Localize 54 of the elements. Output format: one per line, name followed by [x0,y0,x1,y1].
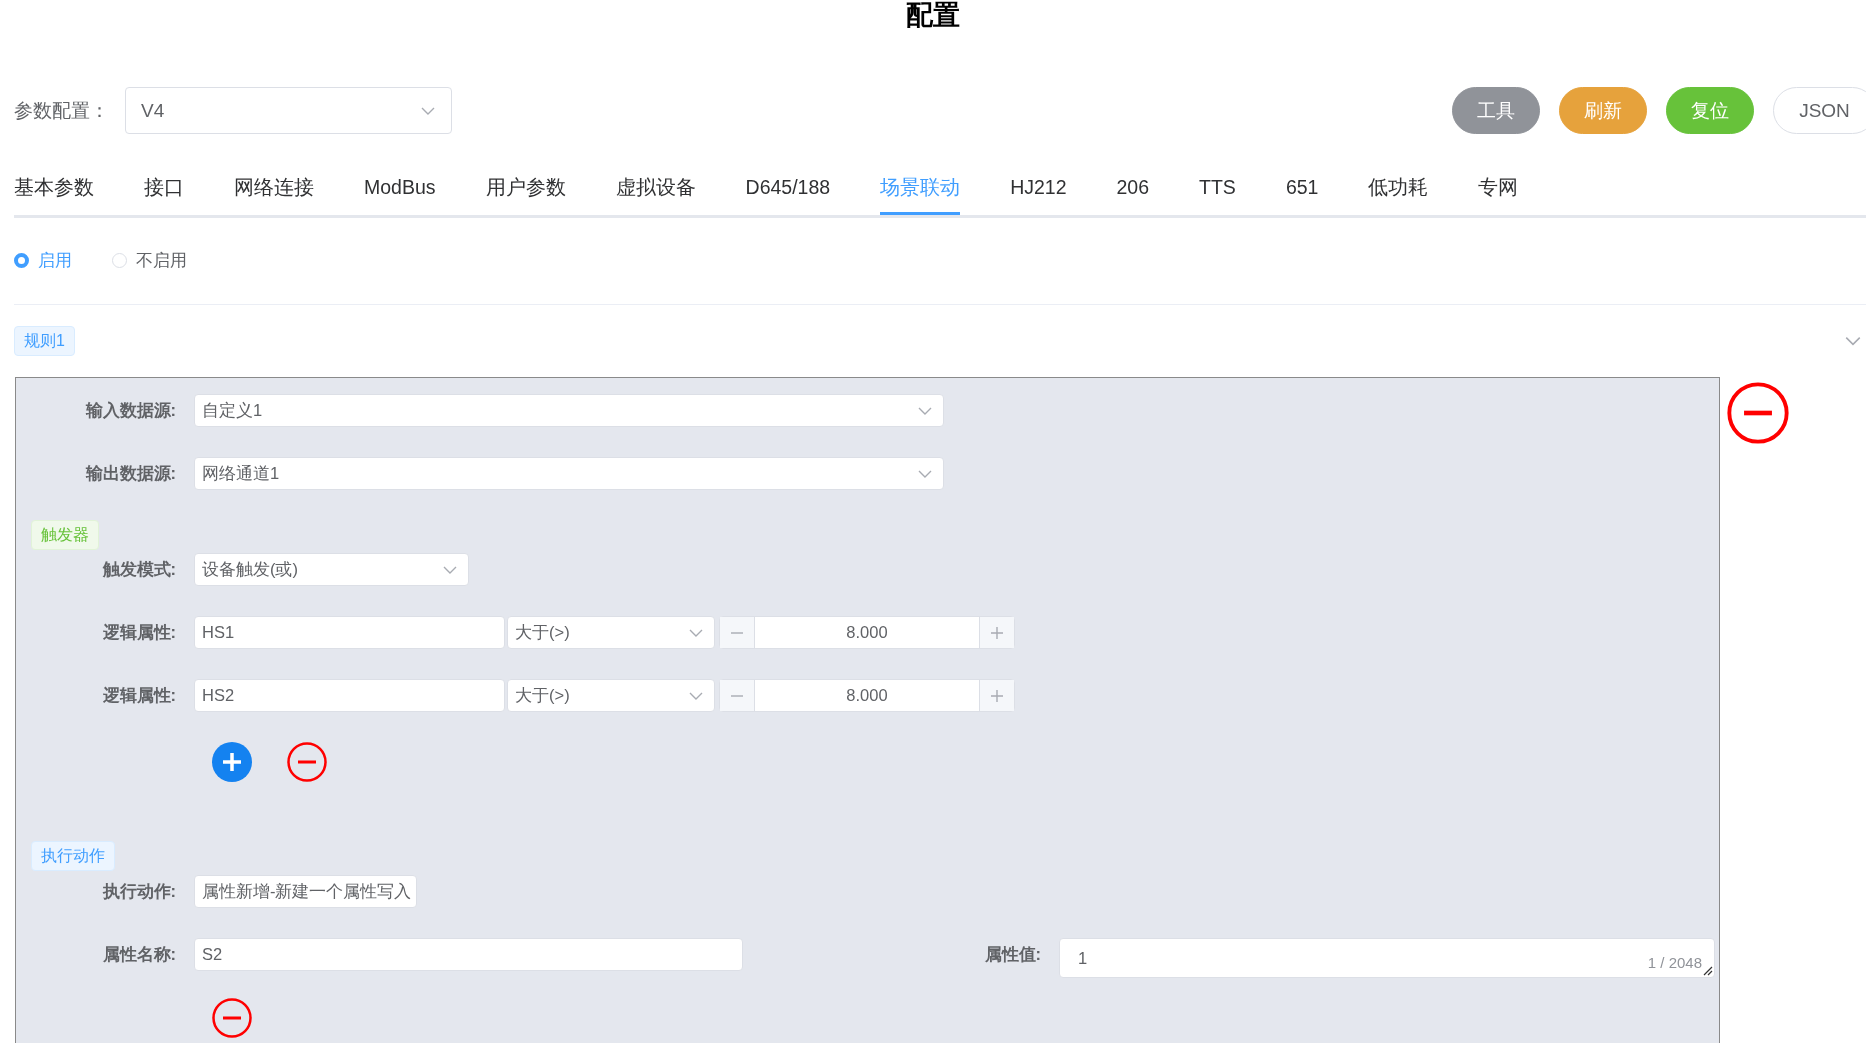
field-label: 执行动作: [101,880,177,902]
page-title: 配置 [905,0,961,30]
input-field[interactable]: HS2 [194,679,505,712]
number-input[interactable]: 8.000 [719,679,1015,712]
tab[interactable]: 用户参数 [485,171,566,215]
field-label: 属性名称: [101,943,177,965]
field-label: 输出数据源: [84,462,177,484]
radio-label: 不启用 [136,249,187,272]
config-select[interactable]: V4 [125,87,452,134]
field-label: 属性值: [983,943,1042,965]
tab[interactable]: 虚拟设备 [615,171,696,215]
input-field[interactable]: S2 [194,938,743,971]
tab[interactable]: TTS [1199,171,1236,215]
tab[interactable]: 651 [1285,171,1319,215]
field-label: 输入数据源: [84,399,177,421]
tab[interactable]: D645/188 [745,171,831,215]
plus-icon [990,688,1004,703]
select-field[interactable]: 网络通道1 [194,457,944,490]
remove-action-icon[interactable] [212,998,252,1038]
radio-label: 启用 [38,249,72,272]
tab[interactable]: 基本参数 [14,171,94,215]
remove-condition-icon[interactable] [287,742,327,782]
resize-handle-icon[interactable] [1703,966,1713,976]
number-input[interactable]: 8.000 [719,616,1015,649]
input-field[interactable]: HS1 [194,616,505,649]
tab[interactable]: 专网 [1478,171,1519,215]
plus-icon [990,625,1004,640]
select-field[interactable]: 大于(>) [507,679,715,712]
select-field[interactable]: 设备触发(或) [194,553,469,586]
rule-tag: 规则1 [14,326,75,356]
char-counter: 1 / 2048 [1647,954,1702,971]
action-button[interactable]: JSON [1773,87,1866,134]
tab[interactable]: ModBus [364,171,436,215]
field-label: 触发模式: [101,558,177,580]
select-field[interactable]: 属性新增-新建一个属性写入 [194,875,417,908]
field-label: 逻辑属性: [101,684,177,706]
radio-button[interactable] [14,252,29,268]
section-tag: 触发器 [31,520,99,550]
select-field[interactable]: 大于(>) [507,616,715,649]
tab[interactable]: 低功耗 [1368,171,1429,215]
section-tag: 执行动作 [31,841,115,871]
decrement-button[interactable] [720,680,755,711]
increment-button[interactable] [979,617,1014,648]
tab[interactable]: 接口 [144,171,184,215]
field-label: 逻辑属性: [101,621,177,643]
add-condition-icon[interactable] [212,742,252,782]
tab[interactable]: 网络连接 [234,171,314,215]
increment-button[interactable] [979,680,1014,711]
select-field[interactable]: 自定义1 [194,394,944,427]
tab[interactable]: HJ212 [1010,171,1067,215]
decrement-button[interactable] [720,617,755,648]
textarea-field[interactable]: 1 1 / 2048 [1059,938,1715,978]
field-label: 参数配置： [14,98,110,123]
tab[interactable]: 206 [1116,171,1150,215]
